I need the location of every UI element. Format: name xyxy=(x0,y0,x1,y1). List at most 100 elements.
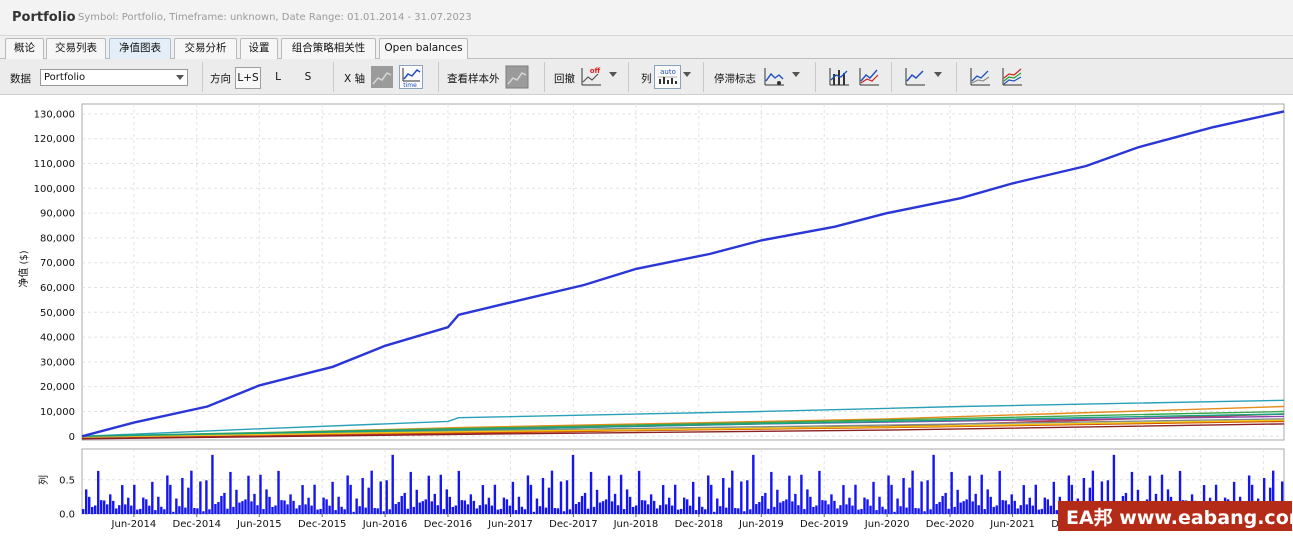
column-bar xyxy=(367,487,370,514)
column-bar xyxy=(842,485,845,514)
column-bar xyxy=(286,504,289,514)
column-bar xyxy=(701,506,704,514)
bar-y-tick-label: 0.5 xyxy=(59,475,75,486)
portfolio-lines-icon[interactable] xyxy=(968,65,992,89)
column-bar xyxy=(583,492,587,514)
equity-bars-icon[interactable] xyxy=(827,65,851,89)
column-bar xyxy=(559,481,563,514)
column-bar xyxy=(905,507,908,514)
column-bar xyxy=(797,505,800,514)
columns-dropdown-icon[interactable] xyxy=(683,72,691,77)
column-bar xyxy=(406,508,409,514)
column-bar xyxy=(839,505,842,514)
column-bar xyxy=(394,504,397,514)
x-tick-label: Dec-2014 xyxy=(173,519,221,530)
chart-type-dropdown-icon[interactable] xyxy=(934,72,942,77)
tab-overview[interactable]: 概论 xyxy=(5,38,44,59)
column-bar xyxy=(683,497,686,514)
column-bar xyxy=(178,506,181,514)
x-tick-label: Dec-2020 xyxy=(926,519,974,530)
column-bar xyxy=(205,480,208,514)
column-bar xyxy=(202,511,205,514)
data-select[interactable]: Portfolio xyxy=(40,69,188,86)
drawdown-off-icon[interactable]: off xyxy=(579,65,603,89)
column-bar xyxy=(172,511,175,514)
column-bar xyxy=(719,506,722,514)
column-bar xyxy=(806,489,809,514)
column-bar xyxy=(544,507,548,514)
column-bar xyxy=(421,501,424,514)
column-bar xyxy=(409,471,412,514)
column-bar xyxy=(547,487,551,514)
column-bar xyxy=(478,505,482,514)
direction-both-button[interactable]: L+S xyxy=(235,67,261,89)
column-bar xyxy=(112,500,115,514)
tab-bar: 概论 交易列表 净值图表 交易分析 设置 组合策略相关性 Open balanc… xyxy=(0,36,1293,59)
column-bar xyxy=(157,496,160,514)
column-bar xyxy=(433,493,436,514)
column-bar xyxy=(619,474,623,514)
column-bar xyxy=(124,504,127,514)
xaxis-time-icon[interactable]: time xyxy=(399,65,423,89)
equity-y-tick-label: 60,000 xyxy=(40,283,75,294)
window-subtitle: Symbol: Portfolio, Timeframe: unknown, D… xyxy=(78,12,472,23)
column-bar xyxy=(397,502,400,514)
x-tick-label: Dec-2016 xyxy=(424,519,472,530)
toolbar-separator xyxy=(544,62,545,92)
tab-equity-chart[interactable]: 净值图表 xyxy=(109,38,171,59)
column-bar xyxy=(652,500,656,514)
column-bar xyxy=(289,494,292,514)
column-bar xyxy=(965,499,968,514)
stagnation-dropdown-icon[interactable] xyxy=(792,72,800,77)
column-bar xyxy=(169,484,172,514)
column-bar xyxy=(457,470,461,514)
tab-trade-list[interactable]: 交易列表 xyxy=(46,38,106,59)
tab-correlation[interactable]: 组合策略相关性 xyxy=(281,38,376,59)
out-of-sample-icon[interactable] xyxy=(505,65,529,89)
direction-long-button[interactable]: L xyxy=(267,67,289,89)
xaxis-trades-icon[interactable] xyxy=(370,65,394,89)
bar-y-axis-label: 列 xyxy=(37,475,50,485)
tab-trade-analysis[interactable]: 交易分析 xyxy=(174,38,237,59)
column-bar xyxy=(85,489,88,514)
chart-type-icon[interactable] xyxy=(903,65,927,89)
column-bar xyxy=(148,505,151,514)
multi-strategy-icon[interactable] xyxy=(1000,65,1024,89)
column-bar xyxy=(235,489,238,514)
column-bar xyxy=(403,492,406,514)
equity-y-tick-label: 90,000 xyxy=(40,209,75,220)
column-bar xyxy=(911,470,914,514)
column-bar xyxy=(586,508,590,514)
watermark: EA邦 www.eabang.com xyxy=(1058,501,1293,531)
column-bar xyxy=(767,508,770,514)
column-bar xyxy=(779,502,782,514)
column-bar xyxy=(373,508,376,514)
column-bar xyxy=(631,506,635,514)
equity-line-icon[interactable] xyxy=(857,65,881,89)
column-bar xyxy=(658,505,662,514)
column-bar xyxy=(1028,497,1031,514)
stagnation-icon[interactable] xyxy=(762,65,786,89)
column-bar xyxy=(451,506,455,514)
column-bar xyxy=(896,498,899,514)
column-bar xyxy=(613,493,617,514)
column-bar xyxy=(259,474,262,514)
equity-y-tick-label: 30,000 xyxy=(40,357,75,368)
drawdown-dropdown-icon[interactable] xyxy=(609,72,617,77)
column-bar xyxy=(959,502,962,514)
direction-short-button[interactable]: S xyxy=(297,67,319,89)
column-bar xyxy=(998,470,1001,514)
column-bar xyxy=(484,504,488,514)
tab-settings[interactable]: 设置 xyxy=(240,38,278,59)
x-tick-label: Dec-2019 xyxy=(800,519,848,530)
column-bar xyxy=(163,509,166,514)
column-bar xyxy=(818,470,821,514)
columns-auto-icon[interactable]: auto xyxy=(654,65,681,89)
tab-open-balances[interactable]: Open balances xyxy=(379,38,468,59)
column-bar xyxy=(349,484,352,514)
column-bar xyxy=(379,481,382,514)
column-bar xyxy=(1037,509,1040,514)
column-bar xyxy=(1016,508,1019,514)
column-bar xyxy=(295,508,298,514)
column-bar xyxy=(676,509,680,514)
